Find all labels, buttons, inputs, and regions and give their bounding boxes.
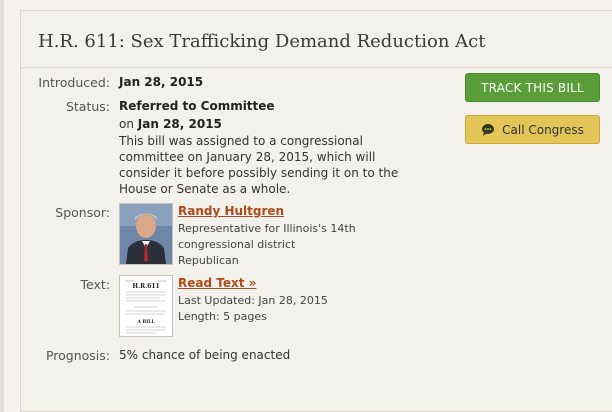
document-thumbnail-image: H.R.611 A BILL	[120, 276, 172, 336]
bill-card: H.R. 611: Sex Trafficking Demand Reducti…	[20, 10, 612, 412]
sponsor-party: Republican	[178, 254, 239, 267]
sponsor-name-link[interactable]: Randy Hultgren	[178, 203, 418, 219]
introduced-label: Introduced:	[38, 75, 110, 90]
chat-bubble-icon	[482, 123, 495, 136]
left-edge	[0, 0, 4, 412]
track-bill-button[interactable]: TRACK THIS BILL	[465, 73, 600, 102]
sponsor-portrait-image	[120, 204, 172, 264]
text-label: Text:	[80, 277, 111, 292]
call-congress-button[interactable]: Call Congress	[465, 115, 600, 144]
prognosis-label: Prognosis:	[45, 348, 110, 363]
introduced-date: Jan 28, 2015	[119, 75, 204, 89]
text-info: Read Text » Last Updated: Jan 28, 2015 L…	[178, 275, 418, 325]
status-description: This bill was assigned to a congressiona…	[119, 134, 399, 196]
read-text-link[interactable]: Read Text »	[178, 275, 418, 291]
text-length: Length: 5 pages	[178, 310, 267, 323]
thumbnail-bill-number: H.R.611	[132, 283, 159, 290]
sponsor-photo[interactable]	[119, 203, 173, 265]
status-date: Jan 28, 2015	[137, 117, 222, 131]
bill-text-thumbnail[interactable]: H.R.611 A BILL	[119, 275, 173, 337]
status-on-prefix: on	[119, 117, 134, 131]
sponsor-label: Sponsor:	[55, 205, 110, 220]
thumbnail-heading: A BILL	[136, 319, 155, 325]
bill-title: H.R. 611: Sex Trafficking Demand Reducti…	[38, 31, 486, 52]
title-divider	[21, 67, 612, 68]
sponsor-info: Randy Hultgren Representative for Illino…	[178, 203, 418, 269]
sponsor-role: Representative for Illinois's 14th congr…	[178, 222, 356, 251]
status-label: Status:	[65, 99, 110, 114]
call-congress-label: Call Congress	[502, 122, 584, 137]
track-bill-label: TRACK THIS BILL	[481, 80, 584, 95]
status-value: Referred to Committee	[119, 99, 275, 113]
status-date-line: on Jan 28, 2015	[119, 117, 222, 131]
prognosis-value: 5% chance of being enacted	[119, 348, 291, 362]
text-last-updated: Last Updated: Jan 28, 2015	[178, 294, 328, 307]
